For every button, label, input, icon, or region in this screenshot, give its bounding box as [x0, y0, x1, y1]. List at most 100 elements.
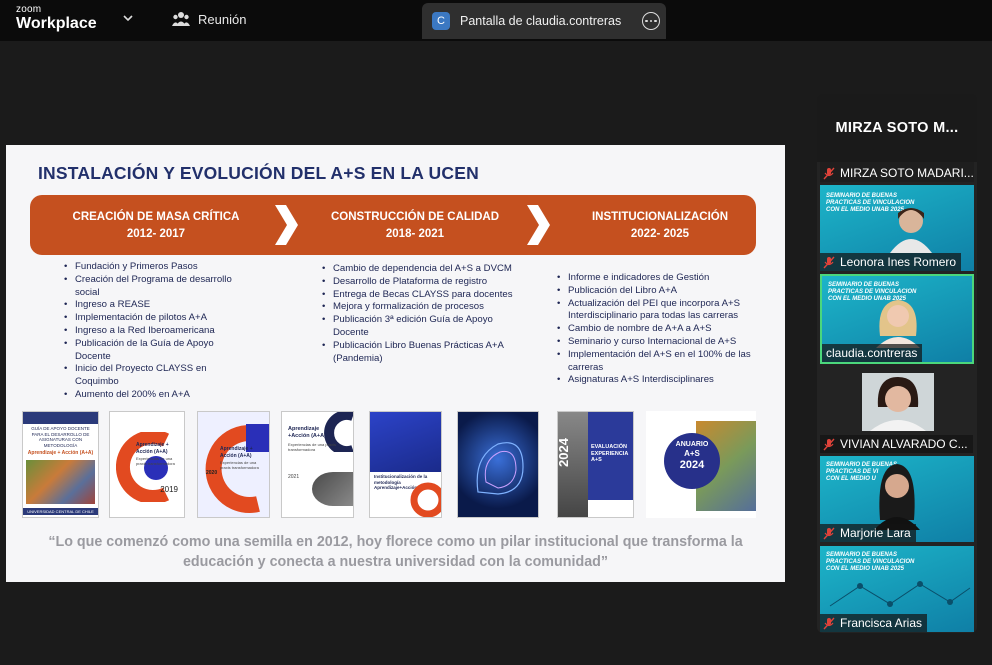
phase-2-title: CONSTRUCCIÓN DE CALIDAD	[330, 211, 500, 223]
participant-tile-active-speaker[interactable]: SEMINARIO DE BUENAS PRACTICAS DE VINCULA…	[820, 274, 974, 364]
participant-tile[interactable]: SEMINARIO DE BUENAS PRACTICAS DE VINCULA…	[820, 185, 974, 271]
list-item: Asignaturas A+S Interdisciplinares	[555, 374, 765, 387]
cover-institucionalizacion: Institucionalización de la metodología A…	[369, 411, 442, 518]
participant-name-row: Leonora Ines Romero	[820, 253, 962, 271]
participant-name: Francisca Arias	[840, 616, 923, 630]
cover-4-title: Aprendizaje +Acción (A+A)	[288, 426, 326, 439]
cover-2019: Aprendizaje + Acción (A+A) Experiencias …	[109, 411, 185, 518]
bg-line-2: PRACTICAS DE VINCULACION	[828, 289, 917, 295]
chevron-right-icon	[275, 205, 298, 245]
list-item: Ingreso a REASE	[62, 299, 247, 312]
chevron-down-icon[interactable]	[122, 12, 134, 24]
phase-2-list: Cambio de dependencia del A+S a DVCM Des…	[320, 263, 520, 365]
mic-muted-icon	[823, 256, 835, 268]
participant-tile[interactable]: MIRZA SOTO MADARI...	[820, 162, 974, 182]
cover-evaluacion-2024: 2024 EVALUACIÓN EXPERIENCIA A+S	[557, 411, 634, 518]
screen-share-tab[interactable]: C Pantalla de claudia.contreras	[422, 3, 666, 39]
cover-2-sub: Experiencias de una praxis transformador…	[136, 456, 175, 466]
list-item: Publicación 3ª edición Guía de Apoyo Doc…	[320, 314, 520, 340]
cover-4-year: 2021	[288, 474, 300, 480]
phase-3-list: Informe e indicadores de Gestión Publica…	[555, 272, 765, 387]
more-options-icon[interactable]	[642, 12, 660, 30]
logo-line-1: zoom	[16, 4, 42, 15]
list-item: Publicación del Libro A+A	[555, 285, 765, 298]
phase-3-title: INSTITUCIONALIZACIÓN	[591, 211, 729, 223]
participant-name-row: Marjorie Lara	[820, 524, 916, 542]
phase-2: CONSTRUCCIÓN DE CALIDAD 2018- 2021	[312, 209, 518, 243]
meeting-menu[interactable]: Reunión	[172, 11, 246, 27]
cover-7-title: EVALUACIÓN EXPERIENCIA A+S	[591, 444, 629, 463]
phase-1: CREACIÓN DE MASA CRÍTICA 2012- 2017	[40, 209, 272, 243]
quote-line-2: educación y conecta a nuestra universida…	[182, 554, 609, 570]
cover-guia-apoyo-docente: GUÍA DE APOYO DOCENTE PARA EL DESARROLLO…	[22, 411, 99, 518]
participant-name: VIVIAN ALVARADO C...	[840, 437, 968, 451]
participant-video-avatar	[890, 208, 932, 253]
top-bar: zoom Workplace Reunión C Pantalla de cla…	[0, 0, 992, 41]
cover-8-line2: A+S	[684, 449, 700, 458]
slide-quote: “Lo que comenzó como una semilla en 2012…	[6, 532, 785, 572]
list-item: Actualización del PEI que incorpora A+S …	[555, 298, 765, 324]
list-item: Cambio de nombre de A+A a A+S	[555, 323, 765, 336]
cover-anuario-2024: ANUARIO A+S 2024	[646, 411, 756, 518]
list-item: Cambio de dependencia del A+S a DVCM	[320, 263, 520, 276]
participant-name: Marjorie Lara	[840, 526, 911, 540]
chevron-right-icon	[527, 205, 550, 245]
participant-name-row: Francisca Arias	[820, 614, 928, 632]
participants-panel: MIRZA SOTO M... MIRZA SOTO MADARI... SEM…	[817, 94, 977, 633]
cover-2-year: 2019	[160, 485, 178, 494]
participant-tile[interactable]: SEMINARIO DE BUENAS PRACTICAS DE VINCULA…	[820, 546, 974, 632]
cover-2020: Aprendizaje + Acción (A+A) Experiencias …	[197, 411, 270, 518]
tab-avatar: C	[432, 12, 450, 30]
c-logo-graphic	[410, 482, 441, 517]
logo-line-2: Workplace	[16, 15, 97, 32]
cover-8-line3: 2024	[679, 459, 705, 471]
network-graphic	[829, 581, 971, 607]
list-item: Ingreso a la Red Iberoamericana	[62, 325, 247, 338]
zoom-workplace-logo[interactable]: zoom Workplace	[16, 5, 97, 32]
list-item: Creación del Programa de desarrollo soci…	[62, 274, 247, 300]
bg-line-1: SEMINARIO DE BUENAS	[826, 552, 898, 558]
list-item: Implementación de pilotos A+A	[62, 312, 247, 325]
list-item: Desarrollo de Plataforma de registro	[320, 276, 520, 289]
quote-line-1: “Lo que comenzó como una semilla en 2012…	[48, 534, 743, 550]
active-speaker-name: MIRZA SOTO M...	[817, 94, 977, 162]
list-item: Fundación y Primeros Pasos	[62, 261, 247, 274]
list-item: Aumento del 200% en A+A	[62, 389, 247, 402]
cover-1-title: GUÍA DE APOYO DOCENTE PARA EL DESARROLLO…	[31, 426, 90, 448]
list-item: Publicación Libro Buenas Prácticas A+A (…	[320, 340, 520, 366]
bg-line-2: PRACTICAS DE VINCULACION	[826, 559, 915, 565]
tab-title: Pantalla de claudia.contreras	[460, 14, 622, 28]
participant-tile[interactable]: SEMINARIO DE BUENAS PRACTICAS DE VI CON …	[820, 456, 974, 542]
list-item: Inicio del Proyecto CLAYSS en Coquimbo	[62, 363, 247, 389]
phase-2-years: 2018- 2021	[385, 228, 445, 240]
participant-tile[interactable]: VIVIAN ALVARADO C...	[820, 367, 974, 453]
cover-4-sub: Experiencias de una praxis transformador…	[288, 442, 337, 452]
participants-icon	[172, 12, 190, 26]
cover-3-title: Aprendizaje + Acción (A+A)	[220, 446, 253, 459]
list-item: Entrega de Becas CLAYSS para docentes	[320, 289, 520, 302]
cover-1-footer: UNIVERSIDAD CENTRAL DE CHILE	[23, 508, 98, 515]
list-item: Mejora y formalización de procesos	[320, 301, 520, 314]
list-item: Informe e indicadores de Gestión	[555, 272, 765, 285]
phase-3-years: 2022- 2025	[630, 228, 690, 240]
participant-name-row: claudia.contreras	[822, 344, 923, 362]
cover-2-title: Aprendizaje + Acción (A+A)	[136, 442, 169, 455]
publication-covers: GUÍA DE APOYO DOCENTE PARA EL DESARROLLO…	[6, 408, 785, 523]
bg-line-1: SEMINARIO DE BUENAS	[828, 282, 900, 288]
bg-line-3: CON EL MEDIO UNAB 2025	[826, 566, 904, 572]
phase-3: INSTITUCIONALIZACIÓN 2022- 2025	[570, 209, 750, 243]
participant-name: MIRZA SOTO MADARI...	[840, 166, 974, 180]
phase-1-years: 2012- 2017	[126, 228, 186, 240]
bg-line-1: SEMINARIO DE BUENAS	[826, 193, 898, 199]
shared-slide: INSTALACIÓN Y EVOLUCIÓN DEL A+S EN LA UC…	[6, 145, 785, 582]
mic-muted-icon	[823, 617, 835, 629]
mic-muted-icon	[823, 167, 835, 179]
participant-name: Leonora Ines Romero	[840, 255, 957, 269]
phase-1-list: Fundación y Primeros Pasos Creación del …	[62, 261, 247, 402]
mic-muted-icon	[823, 438, 835, 450]
mic-muted-icon	[823, 527, 835, 539]
cover-2021: Aprendizaje +Acción (A+A) Experiencias d…	[281, 411, 354, 518]
cover-7-year: 2024	[557, 438, 571, 467]
meeting-label: Reunión	[198, 11, 247, 27]
participant-video-avatar	[870, 377, 926, 431]
